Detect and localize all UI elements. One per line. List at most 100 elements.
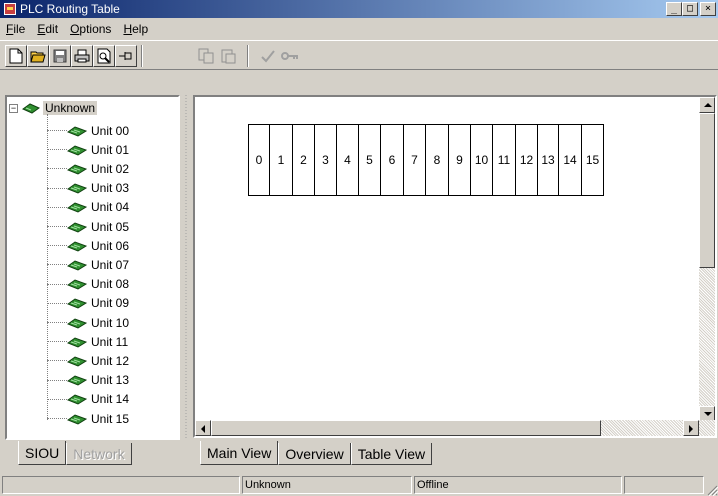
unit-icon <box>67 298 87 309</box>
slot-cell[interactable]: 5 <box>359 125 381 195</box>
new-button[interactable] <box>5 45 27 67</box>
unit-icon <box>67 356 87 367</box>
horizontal-scroll-thumb[interactable] <box>211 420 601 436</box>
vertical-scrollbar[interactable] <box>699 97 715 422</box>
check-button[interactable] <box>257 45 279 67</box>
unit-icon <box>67 375 87 386</box>
tree-item-unit[interactable]: Unit 09 <box>47 294 129 313</box>
tab-overview[interactable]: Overview <box>278 443 351 465</box>
horizontal-scroll-track[interactable] <box>601 420 683 436</box>
tree-item-unit[interactable]: Unit 00 <box>47 121 129 140</box>
resize-grip-icon[interactable] <box>706 484 718 496</box>
horizontal-scrollbar[interactable] <box>195 420 699 436</box>
tree-item-label: Unit 07 <box>91 257 130 272</box>
main-view-canvas[interactable]: 0 1 2 3 4 5 6 7 8 9 10 11 12 13 14 15 <box>193 95 717 438</box>
tab-main-view[interactable]: Main View <box>200 441 279 465</box>
new-icon <box>9 48 23 64</box>
slot-cell[interactable]: 0 <box>249 125 270 195</box>
collapse-icon[interactable]: − <box>9 103 18 113</box>
paste-button[interactable] <box>217 45 239 67</box>
unit-icon <box>67 164 87 175</box>
tab-siou[interactable]: SIOU <box>18 441 67 465</box>
menu-bar: File Edit Options Help <box>0 19 154 39</box>
print-preview-button[interactable] <box>93 45 115 67</box>
tree-item-unit[interactable]: Unit 01 <box>47 140 129 159</box>
slot-cell[interactable]: 9 <box>449 125 471 195</box>
print-icon <box>74 49 90 63</box>
menu-help[interactable]: Help <box>117 22 154 36</box>
tree-item-label: Unit 09 <box>91 296 130 311</box>
vertical-scroll-thumb[interactable] <box>699 113 715 268</box>
tree-connector <box>47 206 67 208</box>
status-panel-extra <box>624 476 704 494</box>
tree-item-unit[interactable]: Unit 08 <box>47 275 129 294</box>
tree-item-unit[interactable]: Unit 06 <box>47 236 129 255</box>
pin-button[interactable] <box>115 45 137 67</box>
unit-icon <box>67 183 87 194</box>
tree-item-unit[interactable]: Unit 12 <box>47 351 129 370</box>
tree-connector <box>47 341 67 343</box>
menu-options[interactable]: Options <box>64 22 117 36</box>
menu-file[interactable]: File <box>0 22 31 36</box>
key-button[interactable] <box>279 45 301 67</box>
save-button[interactable] <box>49 45 71 67</box>
tree-item-label: Unit 12 <box>91 353 130 368</box>
tree-item-unit[interactable]: Unit 07 <box>47 255 129 274</box>
tree-connector <box>47 187 67 189</box>
tree-root-label: Unknown <box>43 101 98 115</box>
slot-cell[interactable]: 2 <box>293 125 315 195</box>
scroll-left-button[interactable] <box>195 420 211 436</box>
vertical-scroll-track[interactable] <box>699 268 715 406</box>
key-icon <box>281 52 298 60</box>
slot-cell[interactable]: 4 <box>337 125 359 195</box>
pane-splitter[interactable] <box>183 95 189 440</box>
tree-item-unit[interactable]: Unit 03 <box>47 179 129 198</box>
tree-item-unit[interactable]: Unit 13 <box>47 371 129 390</box>
slot-cell[interactable]: 14 <box>559 125 582 195</box>
unit-icon <box>67 394 87 405</box>
slot-cell[interactable]: 1 <box>270 125 293 195</box>
close-button[interactable]: × <box>700 2 716 16</box>
tree-item-unit[interactable]: Unit 10 <box>47 313 129 332</box>
minimize-button[interactable]: _ <box>666 2 682 16</box>
menu-edit[interactable]: Edit <box>31 22 64 36</box>
print-button[interactable] <box>71 45 93 67</box>
scroll-right-button[interactable] <box>683 420 699 436</box>
tree-view[interactable]: − Unknown Unit 00 Unit 01 Unit 02 Unit 03 Un… <box>5 95 180 440</box>
slot-cell[interactable]: 11 <box>493 125 516 195</box>
open-button[interactable] <box>27 45 49 67</box>
slot-cell[interactable]: 6 <box>381 125 404 195</box>
window-title: PLC Routing Table <box>20 2 120 16</box>
unit-icon <box>67 221 87 233</box>
tree-item-label: Unit 10 <box>91 315 130 330</box>
slot-cell[interactable]: 13 <box>538 125 559 195</box>
tree-connector <box>47 130 67 131</box>
slot-cell[interactable]: 15 <box>582 125 603 195</box>
tree-item-unit[interactable]: Unit 04 <box>47 198 129 217</box>
slot-cell[interactable]: 3 <box>315 125 337 195</box>
tree-root[interactable]: − Unknown <box>9 101 98 115</box>
slot-cell[interactable]: 7 <box>404 125 426 195</box>
slot-cell[interactable]: 10 <box>471 125 493 195</box>
tree-item-label: Unit 11 <box>91 334 129 349</box>
tree-item-unit[interactable]: Unit 11 <box>47 332 128 351</box>
slot-cell[interactable]: 12 <box>516 125 538 195</box>
tab-table-view[interactable]: Table View <box>350 443 433 465</box>
maximize-button[interactable]: □ <box>682 2 698 16</box>
scroll-up-button[interactable] <box>699 97 715 113</box>
tree-connector <box>47 283 67 285</box>
copy-button[interactable] <box>195 45 217 67</box>
title-bar: PLC Routing Table _ □ × <box>0 0 718 18</box>
slot-cell[interactable]: 8 <box>426 125 449 195</box>
copy-icon <box>198 48 214 64</box>
tree-item-label: Unit 08 <box>91 277 130 292</box>
tree-item-label: Unit 01 <box>91 142 130 157</box>
tree-item-unit[interactable]: Unit 14 <box>47 390 129 409</box>
tree-item-unit[interactable]: Unit 02 <box>47 159 129 178</box>
tree-connector <box>47 418 67 419</box>
arrow-down-icon <box>704 412 712 416</box>
left-tab-strip: SIOU Network <box>18 441 132 465</box>
tree-item-label: Unit 03 <box>91 181 130 196</box>
tree-item-unit[interactable]: Unit 15 <box>47 409 129 428</box>
tree-item-unit[interactable]: Unit 05 <box>47 217 129 236</box>
